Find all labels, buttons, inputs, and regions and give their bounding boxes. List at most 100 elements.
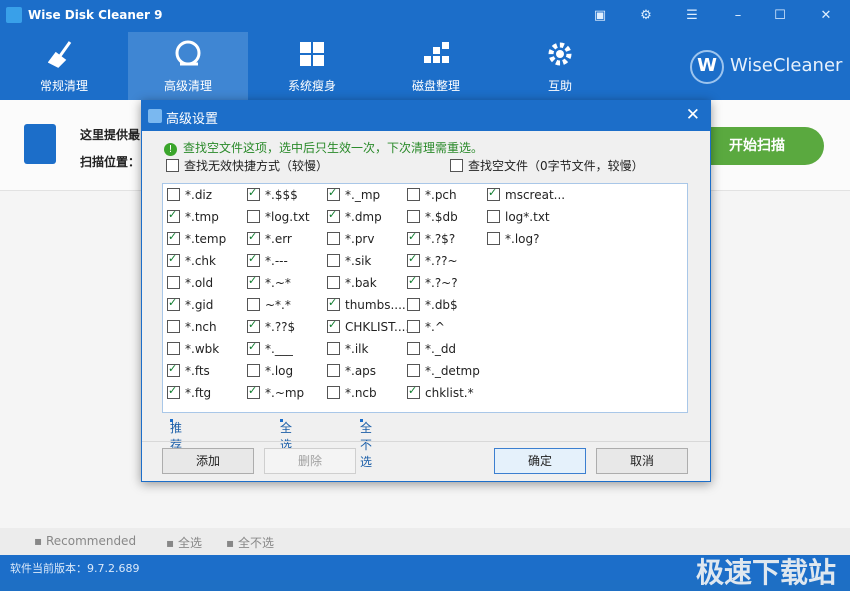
file-type-item[interactable]: *.nch xyxy=(167,320,217,334)
file-type-item[interactable]: *.$db xyxy=(407,210,458,224)
checkbox[interactable] xyxy=(487,210,500,223)
file-type-item[interactable]: *.--- xyxy=(247,252,288,268)
file-type-item[interactable]: *.~* xyxy=(247,274,291,290)
checkbox[interactable] xyxy=(327,232,340,245)
checkbox[interactable] xyxy=(167,296,180,311)
checkbox[interactable] xyxy=(327,276,340,289)
file-type-item[interactable]: *.?~? xyxy=(407,274,458,290)
file-type-item[interactable]: thumbs.... xyxy=(327,296,406,312)
checkbox[interactable] xyxy=(487,186,500,201)
nav-system-slim[interactable]: 系统瘦身 xyxy=(252,32,372,100)
checkbox[interactable] xyxy=(247,252,260,267)
recommended-link[interactable]: ▪ Recommended xyxy=(34,534,136,548)
checkbox[interactable] xyxy=(327,342,340,355)
file-type-item[interactable]: *.log xyxy=(247,364,293,378)
checkbox[interactable] xyxy=(167,208,180,223)
checkbox[interactable] xyxy=(450,159,463,172)
checkbox[interactable] xyxy=(247,274,260,289)
checkbox[interactable] xyxy=(407,342,420,355)
file-type-item[interactable]: *.old xyxy=(167,276,213,290)
file-type-item[interactable]: *.ftg xyxy=(167,384,211,400)
file-type-item[interactable]: *.??~ xyxy=(407,252,458,268)
file-type-item[interactable]: ~*.* xyxy=(247,298,291,312)
file-type-item[interactable]: *.chk xyxy=(167,252,216,268)
checkbox[interactable] xyxy=(327,364,340,377)
file-type-item[interactable]: *.^ xyxy=(407,320,445,334)
file-type-item[interactable]: mscreat... xyxy=(487,186,565,202)
add-button[interactable]: 添加 xyxy=(162,448,254,474)
checkbox[interactable] xyxy=(327,208,340,223)
empty-files-option[interactable]: 查找空文件（0字节文件，较慢） xyxy=(450,157,644,174)
file-type-item[interactable]: CHKLIST.... xyxy=(327,318,409,334)
delete-button[interactable]: 删除 xyxy=(264,448,356,474)
dialog-close-icon[interactable]: ✕ xyxy=(686,105,700,125)
nav-common-clean[interactable]: 常规清理 xyxy=(4,32,124,100)
nav-defrag[interactable]: 磁盘整理 xyxy=(376,32,496,100)
checkbox[interactable] xyxy=(327,254,340,267)
checkbox[interactable] xyxy=(327,386,340,399)
checkbox[interactable] xyxy=(167,320,180,333)
file-type-item[interactable]: *.sik xyxy=(327,254,371,268)
file-type-item[interactable]: *._mp xyxy=(327,186,380,202)
file-type-item[interactable]: *.tmp xyxy=(167,208,219,224)
checkbox[interactable] xyxy=(407,210,420,223)
checkbox[interactable] xyxy=(167,384,180,399)
checkbox[interactable] xyxy=(167,230,180,245)
cancel-button[interactable]: 取消 xyxy=(596,448,688,474)
file-type-item[interactable]: *.err xyxy=(247,230,292,246)
minimize-icon[interactable]: – xyxy=(726,4,750,28)
file-type-item[interactable]: *.diz xyxy=(167,188,212,202)
file-type-item[interactable]: *._dd xyxy=(407,342,456,356)
checkbox[interactable] xyxy=(407,274,420,289)
file-type-item[interactable]: *.?$? xyxy=(407,230,455,246)
file-type-item[interactable]: *.$$$ xyxy=(247,186,298,202)
file-type-item[interactable]: *.ncb xyxy=(327,386,377,400)
file-type-item[interactable]: *.gid xyxy=(167,296,213,312)
ok-button[interactable]: 确定 xyxy=(494,448,586,474)
checkbox[interactable] xyxy=(327,296,340,311)
checkbox[interactable] xyxy=(167,188,180,201)
checkbox[interactable] xyxy=(407,298,420,311)
maximize-icon[interactable]: ☐ xyxy=(768,4,792,28)
checkbox[interactable] xyxy=(167,276,180,289)
checkbox[interactable] xyxy=(407,188,420,201)
file-type-item[interactable]: *._detmp xyxy=(407,364,480,378)
checkbox[interactable] xyxy=(247,298,260,311)
close-icon[interactable]: ✕ xyxy=(814,4,838,28)
nav-help[interactable]: 互助 xyxy=(500,32,620,100)
checkbox[interactable] xyxy=(407,252,420,267)
menu-icon[interactable]: ☰ xyxy=(680,4,704,28)
file-type-item[interactable]: *.fts xyxy=(167,362,210,378)
file-type-item[interactable]: *.pch xyxy=(407,188,457,202)
nav-advanced-clean[interactable]: 高级清理 xyxy=(128,32,248,100)
file-type-item[interactable]: *.___ xyxy=(247,340,293,356)
checkbox[interactable] xyxy=(327,186,340,201)
file-type-item[interactable]: *.dmp xyxy=(327,208,382,224)
invalid-shortcuts-option[interactable]: 查找无效快捷方式（较慢） xyxy=(166,157,328,174)
checkbox[interactable] xyxy=(247,318,260,333)
checkbox[interactable] xyxy=(407,320,420,333)
checkbox[interactable] xyxy=(247,364,260,377)
checkbox[interactable] xyxy=(166,159,179,172)
checkbox[interactable] xyxy=(167,362,180,377)
checkbox[interactable] xyxy=(407,364,420,377)
file-type-item[interactable]: *log.txt xyxy=(247,210,310,224)
checkbox[interactable] xyxy=(167,342,180,355)
checkbox[interactable] xyxy=(247,340,260,355)
file-type-item[interactable]: *.~mp xyxy=(247,384,304,400)
checkbox[interactable] xyxy=(247,230,260,245)
skin-icon[interactable]: ▣ xyxy=(588,4,612,28)
checkbox[interactable] xyxy=(487,232,500,245)
checkbox[interactable] xyxy=(247,186,260,201)
file-type-item[interactable]: *.prv xyxy=(327,232,374,246)
checkbox[interactable] xyxy=(167,252,180,267)
file-type-item[interactable]: *.??$ xyxy=(247,318,295,334)
file-type-item[interactable]: *.wbk xyxy=(167,342,219,356)
file-type-item[interactable]: *.db$ xyxy=(407,298,458,312)
file-type-item[interactable]: log*.txt xyxy=(487,210,550,224)
checkbox[interactable] xyxy=(407,230,420,245)
file-type-item[interactable]: *.log? xyxy=(487,232,539,246)
file-type-item[interactable]: *.temp xyxy=(167,230,226,246)
checkbox[interactable] xyxy=(327,318,340,333)
checkbox[interactable] xyxy=(247,384,260,399)
